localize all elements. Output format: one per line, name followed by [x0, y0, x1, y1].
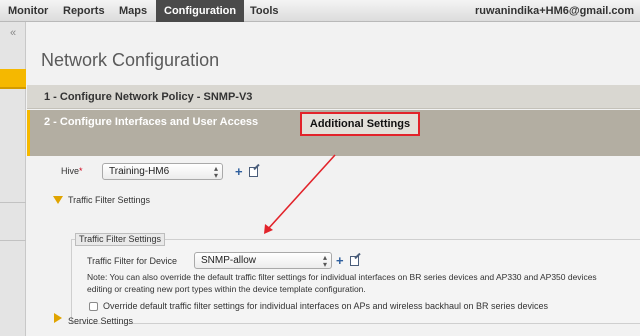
sidebar-active-item[interactable]	[0, 69, 26, 89]
expanded-triangle-icon[interactable]	[53, 196, 63, 204]
select-arrows-icon: ▴ ▾	[213, 164, 218, 180]
traffic-filter-select[interactable]: SNMP-allow ▴ ▾	[194, 252, 332, 269]
sidebar-divider	[0, 202, 26, 203]
traffic-filter-device-label: Traffic Filter for Device	[87, 256, 178, 266]
override-note-line-2: editing or creating new port types withi…	[87, 284, 366, 294]
add-icon[interactable]: +	[336, 254, 344, 267]
user-account[interactable]: ruwanindika+HM6@gmail.com	[475, 0, 634, 22]
tab-monitor[interactable]: Monitor	[0, 0, 56, 22]
double-chevron-left-icon[interactable]: «	[10, 28, 16, 39]
tab-tools[interactable]: Tools	[242, 0, 287, 22]
service-settings-section-header[interactable]: Service Settings	[68, 316, 133, 326]
override-checkbox-label: Override default traffic filter settings…	[103, 301, 549, 311]
traffic-filter-group-legend: Traffic Filter Settings	[75, 233, 166, 246]
top-menu-bar: Monitor Reports Maps Configuration Tools…	[0, 0, 640, 22]
traffic-filter-section-header[interactable]: Traffic Filter Settings	[68, 195, 150, 205]
step-label: 1 - Configure Network Policy - SNMP-V3	[44, 91, 253, 103]
hive-select[interactable]: Training-HM6 ▴ ▾	[102, 163, 223, 180]
page-title: Network Configuration	[41, 50, 220, 70]
tab-configuration[interactable]: Configuration	[156, 0, 245, 22]
step-label: 2 - Configure Interfaces and User Access	[44, 116, 259, 128]
additional-settings-callout: Additional Settings	[300, 112, 420, 136]
override-checkbox[interactable]	[89, 302, 98, 311]
step-content: Hive* Training-HM6 ▴ ▾ + Traffic Filter S…	[27, 156, 640, 336]
hive-select-value: Training-HM6	[109, 166, 170, 177]
select-arrows-icon: ▴ ▾	[322, 253, 327, 269]
edit-icon[interactable]	[249, 167, 258, 177]
hive-label: Hive*	[61, 166, 83, 176]
sidebar-divider	[0, 240, 26, 241]
tab-maps[interactable]: Maps	[111, 0, 155, 22]
required-mark: *	[79, 166, 83, 176]
add-icon[interactable]: +	[235, 165, 243, 178]
override-note-line-1: Note: You can also override the default …	[87, 272, 597, 282]
edit-icon[interactable]	[350, 256, 359, 266]
tab-reports[interactable]: Reports	[55, 0, 113, 22]
collapsed-triangle-icon[interactable]	[54, 313, 62, 323]
step-configure-network-policy[interactable]: 1 - Configure Network Policy - SNMP-V3	[27, 85, 640, 109]
step-active-indicator	[27, 110, 30, 156]
traffic-filter-select-value: SNMP-allow	[201, 255, 257, 266]
main-panel: Network Configuration 1 - Configure Netw…	[27, 22, 640, 336]
left-sidebar: «	[0, 22, 26, 336]
